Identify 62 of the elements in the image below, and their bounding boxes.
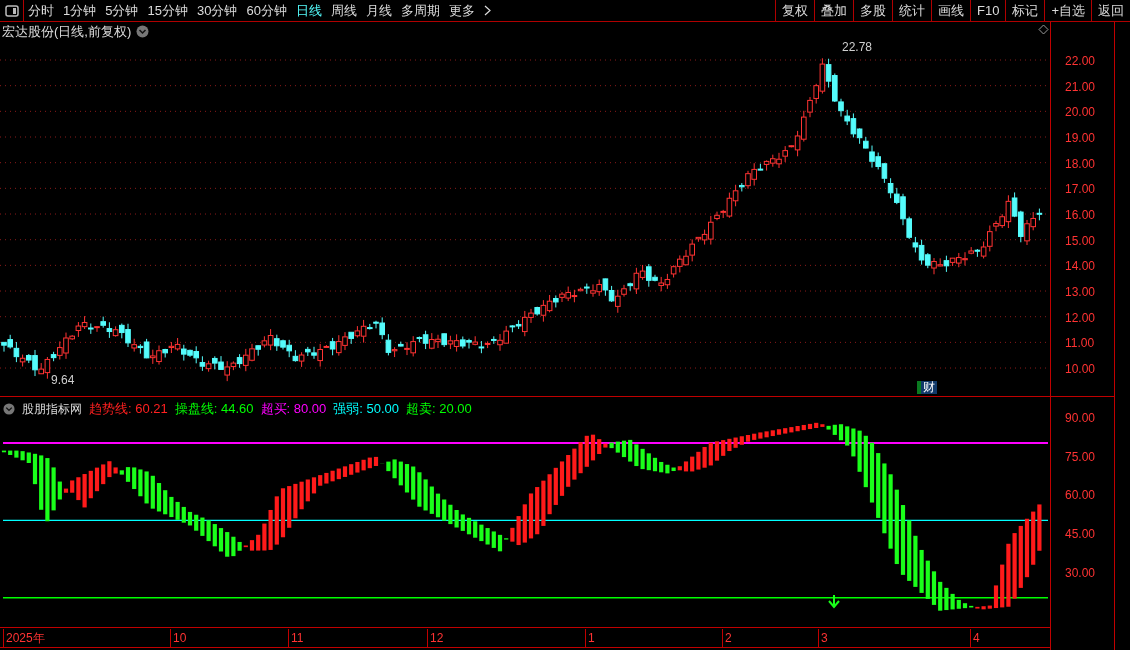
toolbar-button[interactable]: 叠加 [814, 0, 853, 21]
price-axis-label: 10.00 [1065, 361, 1096, 379]
indicator-title: 股朋指标网 [22, 400, 82, 418]
chart-title: 宏达股份(日线,前复权) [2, 23, 132, 41]
panel-icon [4, 4, 19, 17]
chevron-right-icon [483, 5, 491, 16]
period-tab[interactable]: 月线 [365, 0, 392, 21]
indicator-axis-label: 60.00 [1065, 487, 1096, 505]
period-tab[interactable]: 15分钟 [147, 0, 188, 21]
finance-badge[interactable]: 财 [917, 381, 937, 394]
toolbar-button[interactable]: 多股 [853, 0, 892, 21]
time-axis-label: 10 [170, 629, 187, 647]
low-price-label: 9.64 [51, 372, 75, 389]
dropdown-icon[interactable] [136, 25, 150, 39]
toolbar-button[interactable]: 统计 [892, 0, 931, 21]
legend-value: 操盘线: 44.60 [174, 400, 254, 418]
price-axis-label: 14.00 [1065, 258, 1096, 276]
legend-value: 强弱: 50.00 [333, 400, 400, 418]
time-axis-label: 1 [585, 629, 595, 647]
legend-value: 超买: 80.00 [260, 400, 327, 418]
period-tab[interactable]: 1分钟 [63, 0, 97, 21]
period-tab[interactable]: 多周期 [400, 0, 440, 21]
time-axis-label: 4 [970, 629, 980, 647]
high-price-label: 22.78 [842, 39, 873, 56]
price-axis-label: 12.00 [1065, 309, 1096, 327]
period-tab[interactable]: 分时 [28, 0, 54, 21]
toolbar-button[interactable]: 复权 [775, 0, 814, 21]
toolbar-button[interactable]: 标记 [1005, 0, 1045, 21]
price-axis-label: 15.00 [1065, 232, 1096, 250]
indicator-axis-label: 75.00 [1065, 448, 1096, 466]
indicator-axis-label: 30.00 [1065, 564, 1096, 582]
price-axis-label: 17.00 [1065, 181, 1096, 199]
time-axis-label: 3 [818, 629, 828, 647]
toolbar-button[interactable]: 画线 [931, 0, 970, 21]
time-axis-label: 12 [427, 629, 444, 647]
period-tab[interactable]: 30分钟 [196, 0, 238, 21]
price-axis-label: 20.00 [1065, 104, 1096, 122]
price-axis-label: 11.00 [1065, 335, 1095, 353]
down-arrow-icon [828, 594, 840, 609]
legend-value: 超卖: 20.00 [406, 400, 472, 418]
period-tab[interactable]: 周线 [330, 0, 357, 21]
time-axis-label: 11 [288, 629, 304, 647]
period-tab[interactable]: 60分钟 [246, 0, 287, 21]
price-axis-label: 13.00 [1065, 284, 1096, 301]
toolbar-button[interactable]: F10 [970, 0, 1006, 21]
indicator-axis-label: 90.00 [1065, 410, 1096, 427]
indicator-axis-label: 45.00 [1065, 526, 1096, 544]
time-axis-label: 2 [722, 629, 732, 647]
period-tab[interactable]: 5分钟 [105, 0, 139, 21]
price-axis-label: 19.00 [1065, 130, 1096, 147]
price-axis-label: 22.00 [1065, 53, 1096, 70]
toolbar-button[interactable]: 返回 [1091, 0, 1130, 21]
price-axis-label: 18.00 [1065, 155, 1096, 173]
price-axis-label: 21.00 [1065, 78, 1096, 96]
diamond-icon[interactable] [1038, 24, 1049, 35]
period-tab[interactable]: 日线 [295, 0, 322, 21]
period-tab[interactable]: 更多 [448, 0, 475, 21]
legend-value: 趋势线: 60.21 [89, 400, 168, 418]
time-axis-label: 2025年 [3, 629, 45, 647]
price-axis-label: 16.00 [1065, 207, 1096, 224]
dropdown-icon[interactable] [3, 402, 15, 415]
toolbar-button[interactable]: +自选 [1044, 0, 1091, 21]
